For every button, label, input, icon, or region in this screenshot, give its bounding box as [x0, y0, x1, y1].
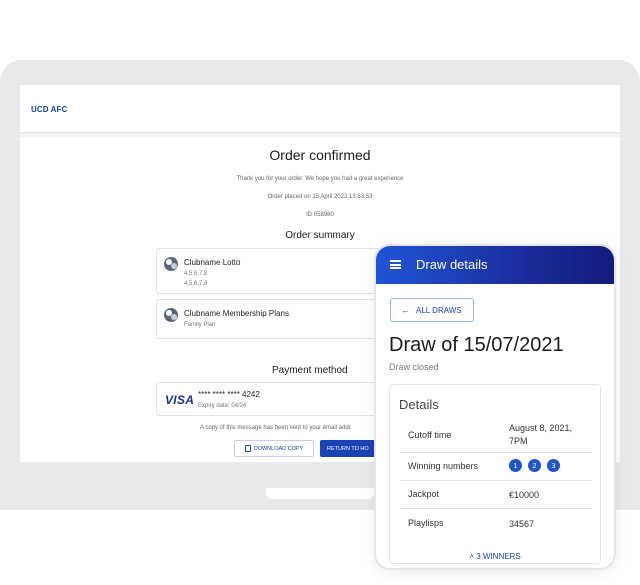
item-name: Clubname Lotto [184, 258, 241, 267]
row-label: Cutoff time [408, 430, 452, 440]
hamburger-menu-icon[interactable] [390, 260, 401, 269]
item-line: Family Plan [184, 322, 216, 328]
row-label: Winning numbers [408, 461, 479, 471]
detail-row-jackpot: Jackpot €10000 [400, 481, 592, 509]
order-item-membership: Clubname Membership Plans Family Plan [156, 299, 396, 339]
payment-method-heading: Payment method [272, 365, 348, 376]
row-value: €10000 [509, 490, 540, 500]
site-header: UCD AFC [20, 85, 620, 133]
laptop-notch [266, 488, 374, 499]
download-copy-label: DOWNLOAD COPY [253, 445, 304, 452]
row-label: Playlisps [408, 518, 444, 528]
download-copy-button[interactable]: DOWNLOAD COPY [234, 440, 314, 457]
product-icon [164, 257, 178, 271]
payment-card: VISA **** **** **** 4242 Expiry date: 04… [156, 382, 396, 416]
details-panel: Details Cutoff time August 8, 2021, 7PM … [389, 384, 601, 564]
winners-label: 3 WINNERS [476, 552, 521, 561]
draw-title: Draw of 15/07/2021 [389, 334, 564, 356]
number-ball: 1 [509, 459, 522, 472]
draw-status: Draw closed [389, 362, 439, 372]
brand-logo[interactable]: UCD AFC [31, 105, 67, 114]
all-draws-label: ALL DRAWS [416, 305, 462, 315]
number-ball: 3 [547, 459, 560, 472]
visa-logo: VISA [165, 393, 195, 407]
item-line: 4,5,6,7,8 [184, 281, 208, 287]
card-expiry: Expiry date: 04/24 [198, 403, 247, 409]
number-ball: 2 [528, 459, 541, 472]
phone-screen: Draw details ← ALL DRAWS Draw of 15/07/2… [374, 244, 616, 570]
detail-row-cutoff: Cutoff time August 8, 2021, 7PM [400, 419, 592, 453]
app-bar: Draw details [376, 246, 614, 284]
detail-row-winning-numbers: Winning numbers 123 [400, 453, 592, 481]
thanks-text: Thank you for your order. We hope you ha… [236, 176, 404, 182]
row-label: Jackpot [408, 489, 440, 499]
page-title: Order confirmed [269, 147, 371, 163]
order-placed-text: Order placed on 15 April 2022 13:53:53 [267, 194, 373, 200]
row-value: 34567 [509, 519, 535, 529]
all-draws-button[interactable]: ← ALL DRAWS [390, 298, 474, 322]
item-name: Clubname Membership Plans [184, 309, 289, 318]
detail-row-playlisps: Playlisps 34567 [400, 509, 592, 539]
order-summary-heading: Order summary [285, 230, 355, 241]
row-value: August 8, 2021, 7PM [509, 423, 573, 446]
winners-toggle[interactable]: ˄ 3 WINNERS [376, 552, 614, 561]
product-icon [164, 308, 178, 322]
app-bar-title: Draw details [416, 257, 488, 272]
order-item-lotto: Clubname Lotto 4,5,6,7,8 4,5,6,7,8 [156, 248, 396, 294]
item-line: 4,5,6,7,8 [184, 271, 208, 277]
arrow-left-icon: ← [401, 305, 410, 315]
return-home-label: RETURN TO HO [327, 445, 369, 452]
copy-icon [244, 445, 251, 452]
card-number: **** **** **** 4242 [198, 390, 260, 399]
chevron-up-icon: ˄ [469, 552, 474, 561]
winning-balls: 123 [509, 459, 566, 472]
details-heading: Details [399, 397, 439, 412]
order-id: ID 058980 [306, 212, 334, 218]
email-copy-note: A copy of this message has been sent to … [200, 425, 351, 431]
